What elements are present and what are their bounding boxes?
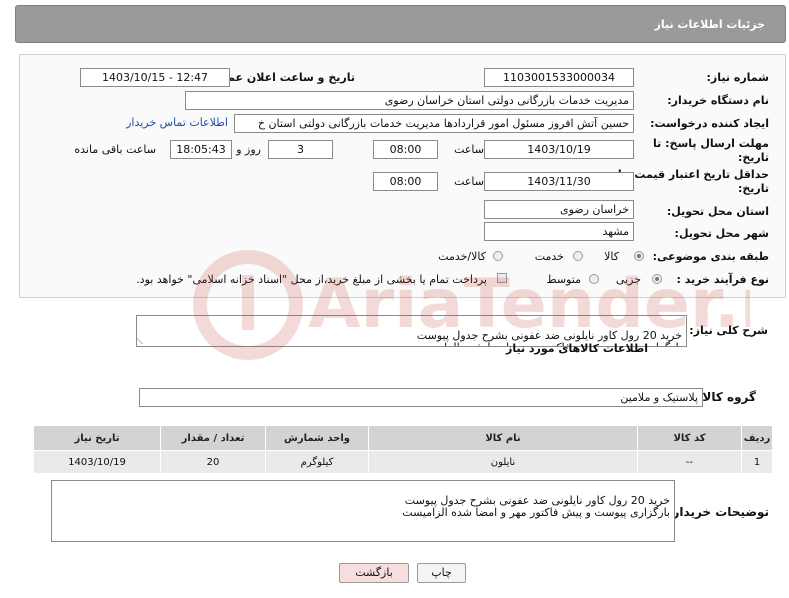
process-radio-medium[interactable] [589, 274, 599, 284]
category-label: طبقه بندی موضوعی: [652, 250, 769, 263]
need-number-field[interactable]: 1103001533000034 [484, 68, 634, 87]
category-option-service: خدمت [534, 250, 564, 263]
col-item-code: کد کالا [637, 425, 742, 451]
category-option-goods: کالا [604, 250, 619, 263]
creator-label: ایجاد کننده درخواست: [650, 117, 769, 130]
col-item-name: نام کالا [368, 425, 638, 451]
remaining-time-field[interactable]: 18:05:43 [170, 140, 232, 159]
table-row[interactable]: 1 -- نایلون کیلوگرم 20 1403/10/19 [33, 450, 773, 474]
creator-field[interactable]: حسین آتش افروز مسئول امور قراردادها مدیر… [234, 114, 634, 133]
goods-group-label: گروه کالا: [697, 390, 756, 404]
goods-table: ردیف کد کالا نام کالا واحد شمارش تعداد /… [33, 425, 773, 474]
process-label: نوع فرآیند خرید : [676, 273, 769, 286]
buyer-org-label: نام دستگاه خریدار: [667, 94, 769, 107]
remaining-label: ساعت باقی مانده [74, 143, 156, 156]
buyer-org-field[interactable]: مدیریت خدمات بازرگانی دولتی استان خراسان… [185, 91, 634, 110]
category-radio-service[interactable] [573, 251, 583, 261]
category-radio-goods-service[interactable] [493, 251, 503, 261]
process-radio-minor[interactable] [652, 274, 662, 284]
price-date-field[interactable]: 1403/11/30 [484, 172, 634, 191]
province-field[interactable]: خراسان رضوی [484, 200, 634, 219]
category-option-goods-service: کالا/خدمت [438, 250, 486, 263]
city-label: شهر محل تحویل: [674, 227, 769, 240]
province-label: استان محل تحویل: [666, 205, 769, 218]
price-validity-label: حداقل تاریخ اعتبار قیمت: تا [617, 168, 769, 181]
buyer-notes-text: خرید 20 رول کاور نایلونی ضد عفونی بشرح ج… [402, 494, 670, 519]
reply-date-field[interactable]: 1403/10/19 [484, 140, 634, 159]
reply-time-label: ساعت [454, 143, 484, 156]
days-remaining-field[interactable]: 3 [268, 140, 333, 159]
reply-deadline-label-date: تاریخ: [737, 151, 769, 164]
buyer-notes-label: توضیحات خریدار: [667, 505, 769, 519]
cell-unit: کیلوگرم [265, 450, 369, 474]
page-title: جزئیات اطلاعات نیاز [654, 18, 766, 31]
buyer-notes-textarea[interactable]: خرید 20 رول کاور نایلونی ضد عفونی بشرح ج… [51, 480, 675, 542]
goods-section-title: اطلاعات کالاهای مورد نیاز [506, 342, 648, 355]
col-row-number: ردیف [741, 425, 773, 451]
col-need-date: تاریخ نیاز [33, 425, 161, 451]
cell-quantity: 20 [160, 450, 266, 474]
price-validity-label-date: تاریخ: [737, 182, 769, 195]
price-time-label: ساعت [454, 175, 484, 188]
col-quantity: تعداد / مقدار [160, 425, 266, 451]
city-field[interactable]: مشهد [484, 222, 634, 241]
category-radio-goods[interactable] [634, 251, 644, 261]
buyer-contact-link[interactable]: اطلاعات تماس خریدار [126, 116, 228, 129]
need-number-label: شماره نیاز: [706, 71, 769, 84]
print-button[interactable]: چاپ [417, 563, 466, 583]
announce-field[interactable]: 1403/10/15 - 12:47 [80, 68, 230, 87]
page-header: جزئیات اطلاعات نیاز [15, 5, 786, 43]
back-button[interactable]: بازگشت [339, 563, 409, 583]
goods-group-field[interactable]: پلاستیک و ملامین [139, 388, 703, 407]
cell-row-number: 1 [741, 450, 773, 474]
days-label: روز و [236, 143, 261, 156]
col-unit: واحد شمارش [265, 425, 369, 451]
description-label: شرح کلی نیاز: [689, 324, 768, 337]
reply-deadline-label: مهلت ارسال پاسخ: تا [653, 137, 769, 150]
treasury-payment-note: پرداخت تمام یا بخشی از مبلغ خرید،از محل … [136, 273, 487, 286]
cell-need-date: 1403/10/19 [33, 450, 161, 474]
resize-grip-icon[interactable] [137, 338, 149, 344]
process-option-minor: جزیی [615, 273, 641, 286]
cell-item-name: نایلون [368, 450, 638, 474]
process-option-medium: متوسط [546, 273, 581, 286]
table-header-row: ردیف کد کالا نام کالا واحد شمارش تعداد /… [33, 425, 773, 451]
treasury-payment-checkbox[interactable] [497, 273, 507, 283]
reply-time-field[interactable]: 08:00 [373, 140, 438, 159]
cell-item-code: -- [637, 450, 742, 474]
price-time-field[interactable]: 08:00 [373, 172, 438, 191]
